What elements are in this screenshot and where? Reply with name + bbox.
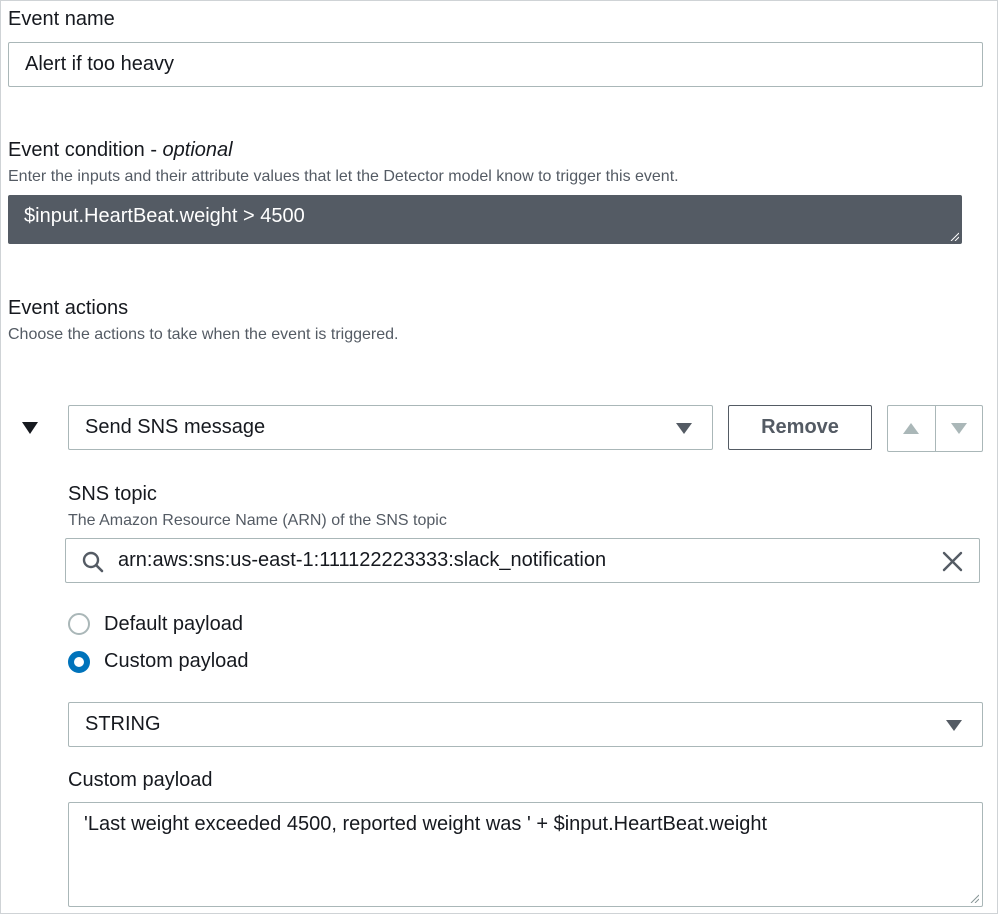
event-actions-description: Choose the actions to take when the even… (8, 326, 399, 343)
action-type-value: Send SNS message (85, 416, 266, 438)
custom-payload-textarea[interactable]: 'Last weight exceeded 4500, reported wei… (68, 802, 983, 907)
sns-topic-search-input[interactable]: arn:aws:sns:us-east-1:111122223333:slack… (65, 538, 980, 583)
custom-payload-label: Custom payload (68, 769, 213, 791)
move-up-button[interactable] (888, 406, 935, 451)
reorder-button-group (887, 405, 983, 452)
move-down-button[interactable] (934, 406, 983, 451)
event-name-label: Event name (8, 8, 115, 30)
sns-topic-label: SNS topic (68, 483, 157, 505)
clear-icon[interactable] (942, 551, 963, 572)
resize-grip-icon[interactable] (950, 232, 959, 241)
event-actions-label: Event actions (8, 297, 129, 319)
payload-type-value: STRING (85, 713, 161, 735)
chevron-down-icon (676, 423, 692, 434)
event-condition-editor[interactable]: $input.HeartBeat.weight > 4500 (8, 195, 962, 244)
resize-grip-icon[interactable] (970, 894, 979, 903)
default-payload-label: Default payload (104, 613, 243, 635)
custom-payload-value: 'Last weight exceeded 4500, reported wei… (84, 813, 768, 835)
default-payload-radio[interactable] (68, 613, 90, 635)
event-name-input[interactable]: Alert if too heavy (8, 42, 983, 87)
event-condition-label: Event condition - optional (8, 138, 233, 162)
custom-payload-radio-label: Custom payload (104, 650, 249, 672)
sns-topic-value: arn:aws:sns:us-east-1:111122223333:slack… (118, 549, 607, 571)
event-condition-description: Enter the inputs and their attribute val… (8, 168, 679, 185)
event-editor-panel: Event name Alert if too heavy Event cond… (0, 0, 998, 914)
event-condition-value: $input.HeartBeat.weight > 4500 (24, 205, 305, 227)
action-type-select[interactable]: Send SNS message (68, 405, 713, 450)
remove-button[interactable]: Remove (728, 405, 872, 450)
custom-payload-radio[interactable] (68, 651, 90, 673)
sns-topic-description: The Amazon Resource Name (ARN) of the SN… (68, 512, 447, 529)
arrow-down-icon (950, 423, 967, 434)
collapse-caret-icon[interactable] (22, 422, 38, 434)
chevron-down-icon (946, 720, 962, 731)
arrow-up-icon (903, 423, 920, 434)
event-name-value: Alert if too heavy (25, 53, 174, 75)
optional-label: optional (162, 139, 233, 161)
payload-type-select[interactable]: STRING (68, 702, 983, 747)
search-icon (82, 551, 104, 573)
event-condition-label-text: Event condition - (8, 139, 163, 161)
